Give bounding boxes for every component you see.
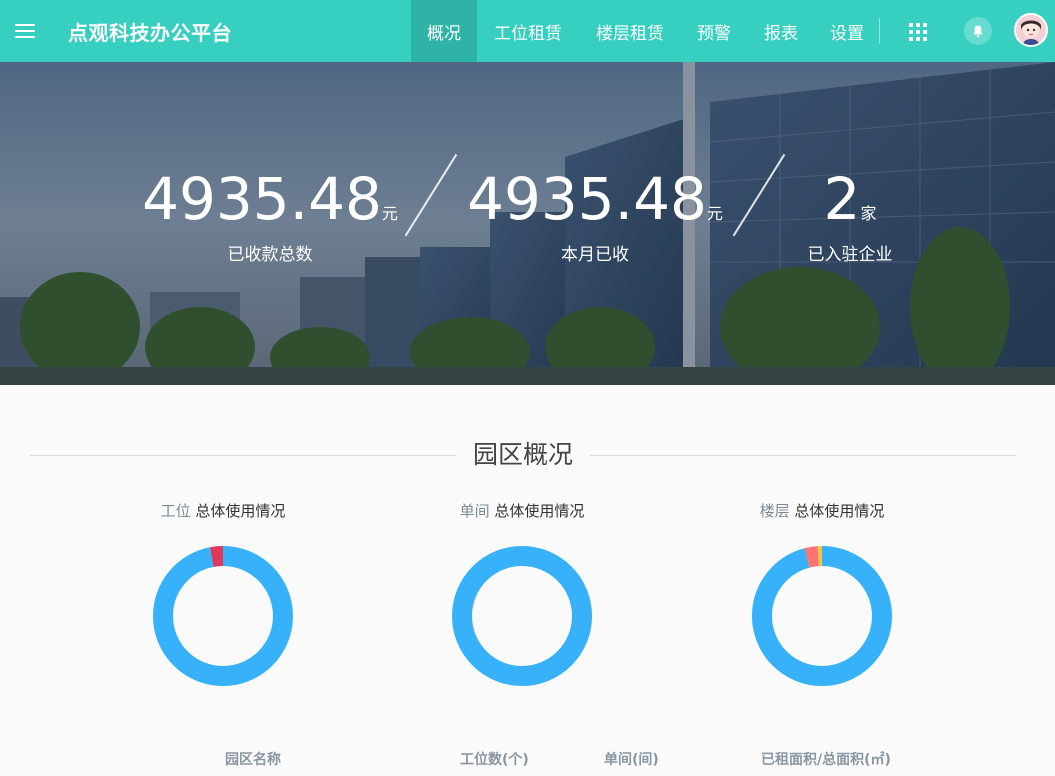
table-header-park-name[interactable]: 园区名称: [225, 749, 281, 769]
main-nav: 概况 工位租赁 楼层租赁 预警 报表 设置: [411, 0, 879, 62]
notification-bell-button[interactable]: [964, 17, 992, 45]
overview-section-header: 园区概况: [30, 433, 1016, 477]
stat-month-received-unit: 元: [706, 204, 723, 223]
stat-total-received: 4935.48元 已收款总数: [140, 170, 400, 265]
stat-companies: 2家 已入驻企业: [775, 170, 925, 265]
bell-icon: [973, 25, 983, 38]
stat-month-received: 4935.48元 本月已收: [465, 170, 725, 265]
section-title-text: 园区概况: [458, 440, 587, 469]
table-header-desk-count[interactable]: 工位数(个): [460, 749, 529, 769]
stat-companies-label: 已入驻企业: [807, 245, 893, 265]
stat-total-received-value: 4935.48: [142, 165, 382, 233]
donut-chart[interactable]: [452, 546, 592, 686]
hamburger-menu-button[interactable]: [0, 0, 50, 62]
stat-companies-unit: 家: [860, 204, 877, 223]
donut-caption-suffix: 总体使用情况: [195, 502, 286, 520]
table-header-area[interactable]: 已租面积/总面积(㎡): [761, 749, 891, 769]
donut-desk-usage: 工位 总体使用情况: [123, 500, 323, 686]
donut-room-usage: 单间 总体使用情况: [422, 500, 622, 686]
donut-segment[interactable]: [153, 546, 293, 686]
nav-item-overview[interactable]: 概况: [411, 0, 477, 62]
stat-total-received-unit: 元: [381, 204, 398, 223]
donut-segment[interactable]: [452, 546, 592, 686]
donut-caption: 单间 总体使用情况: [422, 500, 622, 521]
stat-total-received-label: 已收款总数: [227, 245, 313, 265]
donut-caption-suffix: 总体使用情况: [794, 502, 885, 520]
donut-caption-suffix: 总体使用情况: [494, 502, 585, 520]
stat-month-received-label: 本月已收: [561, 245, 629, 265]
nav-item-settings[interactable]: 设置: [815, 0, 879, 62]
user-avatar[interactable]: [1014, 13, 1048, 47]
apps-grid-icon[interactable]: [906, 20, 928, 42]
table-header-room-count[interactable]: 单间(间): [604, 749, 659, 769]
app-title: 点观科技办公平台: [68, 20, 232, 45]
donut-segment[interactable]: [752, 546, 892, 686]
donut-caption: 楼层 总体使用情况: [722, 500, 922, 521]
nav-item-warning[interactable]: 预警: [681, 0, 747, 62]
hero-banner: 4935.48元 已收款总数 4935.48元 本月已收 2家 已入驻企业: [0, 62, 1055, 385]
donut-floor-usage: 楼层 总体使用情况: [722, 500, 922, 686]
top-navbar: 点观科技办公平台 概况 工位租赁 楼层租赁 预警 报表 设置: [0, 0, 1055, 62]
donut-caption-prefix: 工位: [160, 502, 191, 520]
nav-item-desk-rental[interactable]: 工位租赁: [477, 0, 579, 62]
donut-chart[interactable]: [153, 546, 293, 686]
section-title: 园区概况: [30, 433, 1016, 477]
stat-companies-value: 2: [823, 165, 861, 233]
avatar-icon: [1016, 15, 1046, 45]
donut-caption: 工位 总体使用情况: [123, 500, 323, 521]
donut-caption-prefix: 楼层: [759, 502, 790, 520]
donut-caption-prefix: 单间: [459, 502, 490, 520]
donut-chart[interactable]: [752, 546, 892, 686]
nav-divider: [879, 18, 880, 44]
nav-item-floor-rental[interactable]: 楼层租赁: [579, 0, 681, 62]
hamburger-icon: [15, 24, 35, 38]
nav-item-reports[interactable]: 报表: [747, 0, 815, 62]
stat-month-received-value: 4935.48: [467, 165, 707, 233]
